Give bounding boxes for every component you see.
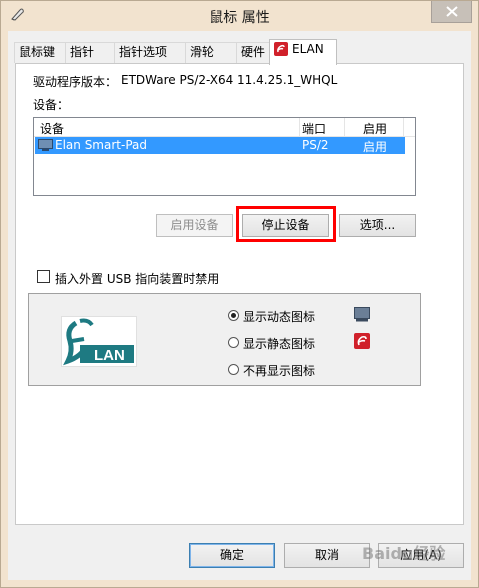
tab-pointers[interactable]: 指针 — [65, 42, 115, 63]
tab-wheel[interactable]: 滑轮 — [185, 42, 237, 63]
tab-buttons[interactable]: 鼠标键 — [14, 42, 66, 63]
usb-disable-checkbox-label[interactable]: 插入外置 USB 指向装置时禁用 — [55, 270, 219, 287]
monitor-icon — [38, 139, 53, 151]
device-name: Elan Smart-Pad — [55, 138, 147, 152]
window-title: 鼠标 属性 — [209, 10, 270, 26]
table-row[interactable]: Elan Smart-Pad PS/2 启用 — [35, 137, 405, 154]
radio-dynamic-icon[interactable] — [228, 310, 239, 321]
driver-version-value: ETDWare PS/2-X64 11.4.25.1_WHQL — [121, 73, 338, 87]
elan-logo-graphic: LAN — [62, 317, 136, 366]
radio-static-icon[interactable] — [228, 337, 239, 348]
tab-label: 滑轮 — [190, 45, 215, 59]
enable-device-button[interactable]: 启用设备 — [156, 214, 233, 237]
tab-label: 指针选项 — [119, 45, 168, 59]
cancel-button[interactable]: 取消 — [284, 543, 370, 568]
column-header-enabled[interactable]: 启用 — [363, 120, 387, 137]
close-icon — [446, 6, 458, 17]
usb-disable-checkbox[interactable] — [37, 270, 50, 283]
radio-hide-icon[interactable] — [228, 364, 239, 375]
highlight-box — [236, 206, 336, 242]
column-divider — [299, 118, 300, 136]
tab-label: 硬件 — [241, 45, 266, 59]
devices-label: 设备： — [33, 98, 70, 112]
driver-version-label: 驱动程序版本： — [33, 75, 118, 89]
radio-dynamic-icon-label[interactable]: 显示动态图标 — [243, 308, 315, 325]
options-button[interactable]: 选项... — [339, 214, 416, 237]
column-divider — [403, 118, 404, 136]
elan-logo-text: LAN — [94, 347, 125, 364]
ok-button[interactable]: 确定 — [189, 543, 275, 568]
tab-elan[interactable]: ELAN — [269, 39, 337, 65]
elan-icon — [274, 42, 288, 56]
device-port: PS/2 — [302, 138, 329, 152]
monitor-icon — [354, 307, 370, 322]
elan-icon — [354, 333, 370, 349]
elan-logo: LAN — [61, 316, 137, 367]
tab-label: ELAN — [292, 42, 324, 56]
tab-label: 鼠标键 — [19, 45, 56, 59]
radio-hide-icon-label[interactable]: 不再显示图标 — [243, 362, 315, 379]
column-divider — [344, 118, 345, 136]
device-list[interactable]: 设备 端口 启用 Elan Smart-Pad PS/2 启用 — [33, 117, 416, 196]
column-header-port[interactable]: 端口 — [302, 120, 326, 137]
close-button[interactable] — [431, 1, 472, 23]
column-header-device[interactable]: 设备 — [40, 120, 64, 137]
tab-pointer-options[interactable]: 指针选项 — [114, 42, 186, 63]
tab-label: 指针 — [70, 45, 95, 59]
device-enabled: 启用 — [363, 140, 388, 154]
device-list-header: 设备 端口 启用 — [34, 118, 415, 137]
watermark: Baidu经验 — [362, 544, 446, 563]
radio-static-icon-label[interactable]: 显示静态图标 — [243, 335, 315, 352]
